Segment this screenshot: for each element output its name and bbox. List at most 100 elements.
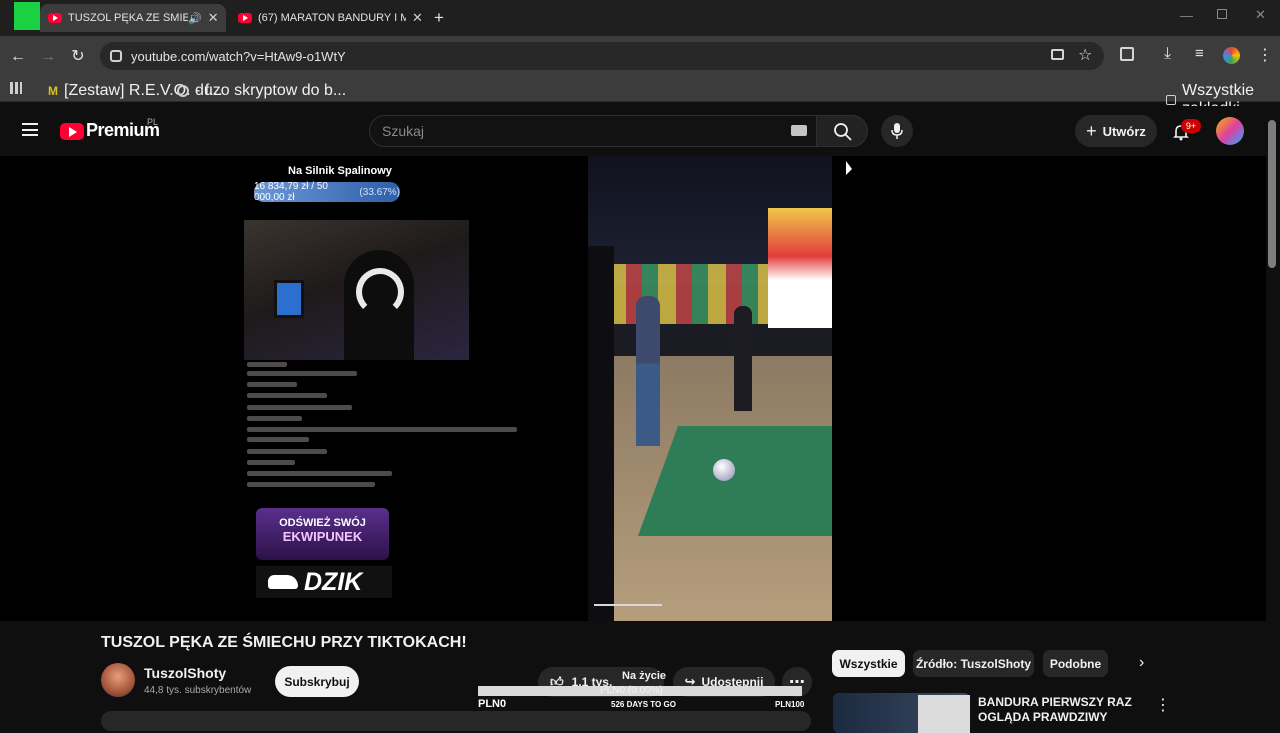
chat-line — [247, 393, 327, 398]
chat-line — [247, 382, 297, 387]
globe-icon — [177, 85, 189, 97]
sponsor-text: DZIK — [304, 568, 363, 596]
page-scrollbar[interactable] — [1268, 120, 1276, 268]
tiktok-progress — [594, 604, 662, 606]
search-button[interactable] — [816, 115, 868, 147]
person-right — [734, 306, 752, 411]
speaker-icon[interactable]: 🔊 — [188, 12, 202, 25]
close-tab-icon[interactable]: ✕ — [208, 10, 219, 26]
close-tab-icon[interactable]: ✕ — [412, 10, 423, 26]
tip-goal-days: 526 DAYS TO GO — [611, 700, 676, 709]
recommended-menu-icon[interactable]: ⋮ — [1155, 695, 1171, 715]
menu-icon[interactable] — [22, 123, 38, 136]
youtube-favicon-icon — [48, 13, 62, 23]
plus-icon: + — [1086, 120, 1097, 141]
chat-line — [247, 427, 517, 432]
headphones — [356, 268, 404, 316]
profile-icon[interactable] — [1223, 47, 1240, 64]
keyboard-icon[interactable] — [791, 125, 807, 136]
url-text[interactable]: youtube.com/watch?v=HtAw9-o1WtY — [131, 49, 346, 64]
chevron-right-icon[interactable]: › — [1139, 654, 1144, 672]
chat-line — [247, 405, 352, 410]
donation-percent: (33.67%) — [359, 186, 400, 198]
extensions-icon[interactable] — [1120, 47, 1134, 61]
forward-icon[interactable]: → — [37, 46, 59, 68]
channel-avatar[interactable] — [101, 663, 135, 697]
bookmark-label: duzo skryptow do b... — [195, 82, 347, 99]
bookmark-m-icon: M — [48, 84, 58, 98]
tent-canopy — [768, 208, 832, 328]
chat-line — [247, 482, 375, 487]
folder-icon — [1166, 95, 1177, 105]
monitor-screen — [274, 280, 304, 318]
restore-icon[interactable] — [1217, 9, 1227, 19]
tip-goal-current: PLN0 — [478, 698, 507, 710]
donation-amount: 16 834,79 zł / 50 000,00 zł — [254, 181, 328, 203]
search-icon — [834, 123, 852, 141]
tab-inactive[interactable]: (67) MARATON BANDURY I MA... ✕ — [230, 4, 430, 32]
search-input[interactable] — [369, 115, 817, 147]
promo-line-1: ODŚWIEŻ SWÓJ — [279, 517, 366, 529]
boar-icon — [268, 575, 298, 589]
mouse-cursor-icon — [846, 161, 852, 175]
donation-goal-title: Na Silnik Spalinowy — [288, 165, 392, 177]
chat-line — [247, 362, 287, 367]
site-settings-icon[interactable] — [110, 50, 122, 62]
chip-source-channel[interactable]: Źródło: TuszolShoty — [913, 650, 1034, 677]
apps-grid-icon[interactable] — [10, 82, 22, 94]
close-window-icon[interactable]: ✕ — [1255, 7, 1266, 23]
streamer-webcam — [244, 220, 469, 360]
browser-menu-icon[interactable]: ⋮ — [1257, 45, 1273, 65]
channel-name[interactable]: TuszolShoty — [144, 665, 226, 681]
search-placeholder: Szukaj — [382, 123, 425, 139]
subscriber-count: 44,8 tys. subskrybentów — [144, 685, 252, 696]
donation-goal-bar: 16 834,79 zł / 50 000,00 zł (33.67%) — [254, 181, 400, 203]
person-center — [636, 296, 660, 446]
account-avatar[interactable] — [1216, 117, 1244, 145]
chip-all[interactable]: Wszystkie — [832, 650, 905, 677]
tab-title: (67) MARATON BANDURY I MA... — [258, 12, 406, 24]
recommended-title[interactable]: BANDURA PIERWSZY RAZ OGLĄDA PRAWDZIWY — [978, 695, 1148, 725]
tip-goal-target: PLN100 — [775, 700, 805, 709]
chat-line — [247, 371, 357, 376]
promo-line-2: EKWIPUNEK — [282, 529, 363, 544]
chat-line — [247, 471, 392, 476]
chip-similar[interactable]: Podobne — [1043, 650, 1108, 677]
subscribe-button[interactable]: Subskrybuj — [275, 666, 359, 697]
star-icon[interactable]: ☆ — [1078, 45, 1092, 65]
tiktok-clip — [588, 156, 832, 621]
tab-overlay-logo — [14, 2, 40, 30]
voice-search-button[interactable] — [881, 115, 913, 147]
minimize-icon[interactable]: — — [1180, 8, 1193, 23]
reload-icon[interactable]: ↻ — [67, 46, 89, 68]
media-controls-icon[interactable]: ≡ — [1195, 45, 1204, 62]
download-icon[interactable]: ⤓ — [1164, 45, 1171, 63]
microphone-icon — [891, 123, 903, 139]
promo-banner: ODŚWIEŻ SWÓJ EKWIPUNEK — [256, 508, 389, 560]
chat-line — [247, 460, 295, 465]
logo-country: PL — [147, 117, 159, 127]
chat-line — [247, 449, 327, 454]
youtube-favicon-icon — [238, 13, 252, 23]
youtube-logo-icon[interactable] — [60, 123, 84, 140]
video-title: TUSZOL PĘKA ZE ŚMIECHU PRZY TIKTOKACH! — [101, 634, 467, 651]
new-tab-icon[interactable]: + — [434, 8, 444, 28]
sponsor-logo: DZIK — [256, 566, 392, 598]
person-left — [588, 246, 614, 621]
chat-line — [247, 437, 309, 442]
tab-title: TUSZOL PĘKA ZE ŚMIECHU PRZY TIKTOKACH! — [68, 12, 188, 24]
tip-goal-center-text: PLN0 (0.00%) — [600, 685, 663, 696]
notification-badge: 9+ — [1181, 119, 1201, 133]
description-box[interactable] — [101, 711, 811, 731]
tab-active[interactable]: TUSZOL PĘKA ZE ŚMIECHU PRZY TIKTOKACH! 🔊… — [40, 4, 226, 32]
thumbnail-face — [918, 695, 970, 733]
create-button[interactable]: + Utwórz — [1075, 115, 1157, 147]
chat-line — [247, 416, 302, 421]
bookmark-item[interactable]: duzo skryptow do b... — [177, 82, 346, 100]
recommended-thumbnail[interactable] — [833, 693, 970, 733]
create-label: Utwórz — [1102, 123, 1146, 139]
overlay-popup-text: Na życie — [622, 670, 667, 682]
install-app-icon[interactable] — [1051, 49, 1064, 60]
back-icon[interactable]: ← — [7, 46, 29, 68]
ball — [713, 459, 735, 481]
